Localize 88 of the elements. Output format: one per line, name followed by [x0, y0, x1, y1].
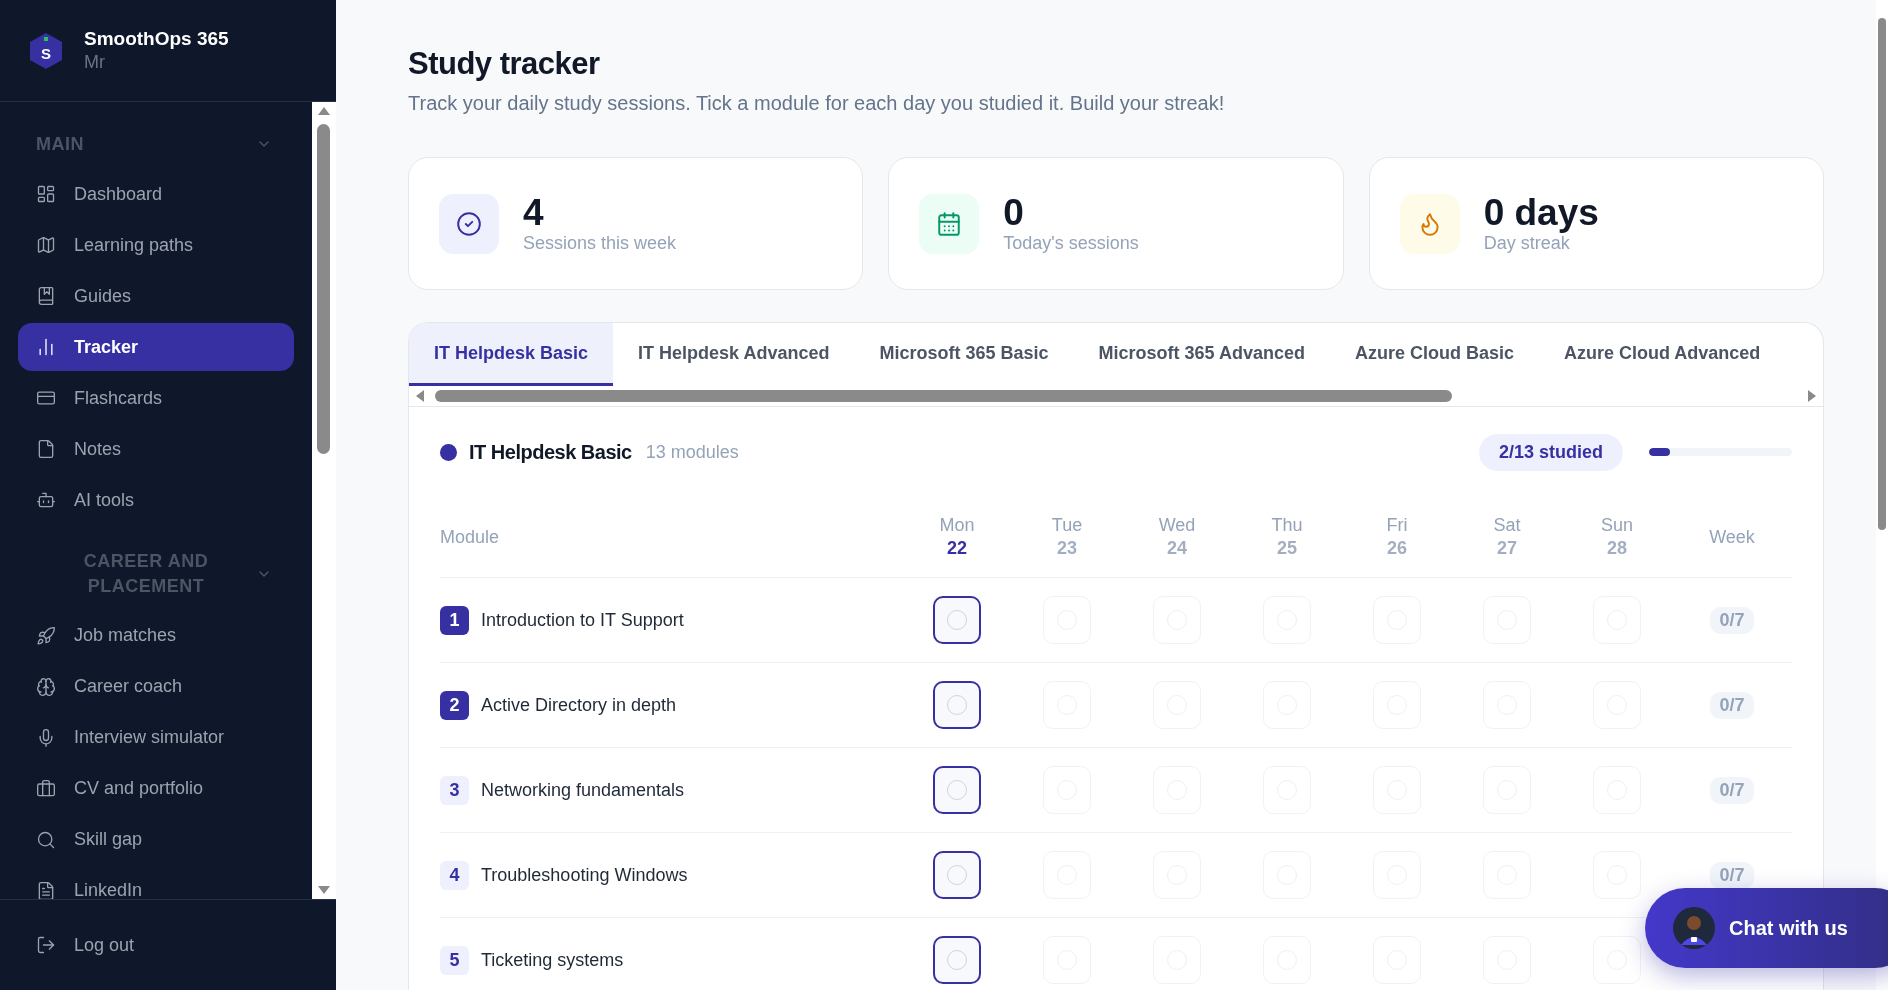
module-number: 4: [440, 860, 469, 890]
module-count: 13 modules: [645, 441, 739, 463]
day-date: 28: [1607, 538, 1627, 559]
module-number: 5: [440, 945, 469, 975]
week-count: 0/7: [1710, 776, 1754, 804]
stat-value: 4: [523, 192, 545, 234]
user-title: Mr: [84, 52, 106, 73]
scroll-right-icon[interactable]: [1807, 389, 1817, 403]
course-tab[interactable]: IT Helpdesk Basic: [409, 323, 614, 386]
scroll-left-icon[interactable]: [415, 389, 425, 403]
page-title: Study tracker: [408, 46, 601, 82]
grid-icon: [36, 184, 56, 205]
scrollbar-thumb[interactable]: [435, 390, 1452, 402]
day-checkbox[interactable]: [933, 681, 981, 729]
day-name: Fri: [1386, 515, 1408, 536]
stat-value: 0 days: [1483, 192, 1599, 234]
sidebar-scrollbar[interactable]: [312, 102, 336, 899]
day-date: 27: [1497, 538, 1517, 559]
day-name: Sun: [1601, 515, 1633, 536]
day-date: 24: [1167, 538, 1187, 559]
module-name: Ticketing systems: [481, 949, 624, 971]
nav-item[interactable]: Interview simulator: [18, 713, 294, 762]
nav-item[interactable]: Career coach: [18, 662, 294, 711]
book-icon: [36, 286, 56, 307]
stat-label: Sessions this week: [523, 233, 677, 255]
file-icon: [36, 439, 56, 460]
nav-item[interactable]: LinkedIn: [18, 866, 294, 899]
stat-label: Today's sessions: [1003, 233, 1139, 255]
day-date: 25: [1277, 538, 1297, 559]
module-name: Introduction to IT Support: [481, 609, 684, 631]
nav-item[interactable]: Guides: [18, 272, 294, 321]
studied-badge: 2/13 studied: [1478, 433, 1623, 471]
day-date: 26: [1387, 538, 1407, 559]
brand-name: SmoothOps 365: [84, 28, 229, 50]
scrollbar-thumb[interactable]: [317, 124, 330, 454]
module-number: 2: [440, 690, 469, 720]
stat-label: Day streak: [1483, 233, 1571, 255]
day-name: Wed: [1158, 515, 1196, 536]
day-name: Tue: [1051, 515, 1083, 536]
flame-icon: [1399, 193, 1460, 254]
nav-item[interactable]: AI tools: [18, 476, 294, 525]
module-name: Networking fundamentals: [481, 779, 685, 801]
nav-item[interactable]: Tracker: [18, 323, 294, 372]
scroll-up-icon[interactable]: [317, 106, 331, 116]
day-checkbox[interactable]: [933, 936, 981, 984]
day-checkbox[interactable]: [933, 851, 981, 899]
stat-value: 0: [1003, 192, 1025, 234]
nav-item[interactable]: Flashcards: [18, 374, 294, 423]
day-checkbox[interactable]: [933, 766, 981, 814]
day-date: 23: [1057, 538, 1077, 559]
nav-item[interactable]: Dashboard: [18, 170, 294, 219]
column-header: Week: [1709, 526, 1755, 548]
module-number: 1: [440, 605, 469, 635]
nav-item[interactable]: CV and portfolio: [18, 764, 294, 813]
search-icon: [36, 829, 56, 850]
nav-item[interactable]: Notes: [18, 425, 294, 474]
logout-link[interactable]: Log out: [0, 899, 336, 990]
day-name: Mon: [939, 515, 975, 536]
course-name: IT Helpdesk Basic: [469, 440, 632, 464]
nav-item[interactable]: Learning paths: [18, 221, 294, 270]
module-name: Troubleshooting Windows: [481, 864, 688, 886]
column-header: Module: [440, 526, 500, 548]
nav-item[interactable]: Job matches: [18, 611, 294, 660]
nav-item[interactable]: Skill gap: [18, 815, 294, 864]
rocket-icon: [36, 625, 56, 646]
module-name: Active Directory in depth: [481, 694, 677, 716]
briefcase-icon: [36, 778, 56, 799]
day-date: 22: [947, 538, 967, 559]
page-subtitle: Track your daily study sessions. Tick a module for each day you studied it. Build your streak!: [408, 92, 1226, 115]
page-scrollbar[interactable]: [1876, 0, 1888, 990]
scroll-down-icon[interactable]: [317, 885, 331, 895]
section-title: CAREER AND PLACEMENT: [82, 550, 210, 598]
week-count: 0/7: [1710, 606, 1754, 634]
chat-button[interactable]: Chat with us: [1645, 888, 1888, 968]
document-icon: [36, 880, 56, 899]
calendar-icon: [919, 193, 980, 254]
week-count: 0/7: [1710, 861, 1754, 889]
map-icon: [36, 235, 56, 256]
day-checkbox[interactable]: [933, 596, 981, 644]
day-name: Thu: [1271, 515, 1303, 536]
module-number: 3: [440, 775, 469, 805]
avatar-icon: [1673, 907, 1715, 949]
week-count: 0/7: [1710, 691, 1754, 719]
brain-icon: [36, 676, 56, 697]
section-title: MAIN: [36, 133, 85, 156]
scrollbar-thumb[interactable]: [1878, 18, 1886, 530]
logout-icon: [36, 935, 56, 955]
day-name: Sat: [1493, 515, 1521, 536]
